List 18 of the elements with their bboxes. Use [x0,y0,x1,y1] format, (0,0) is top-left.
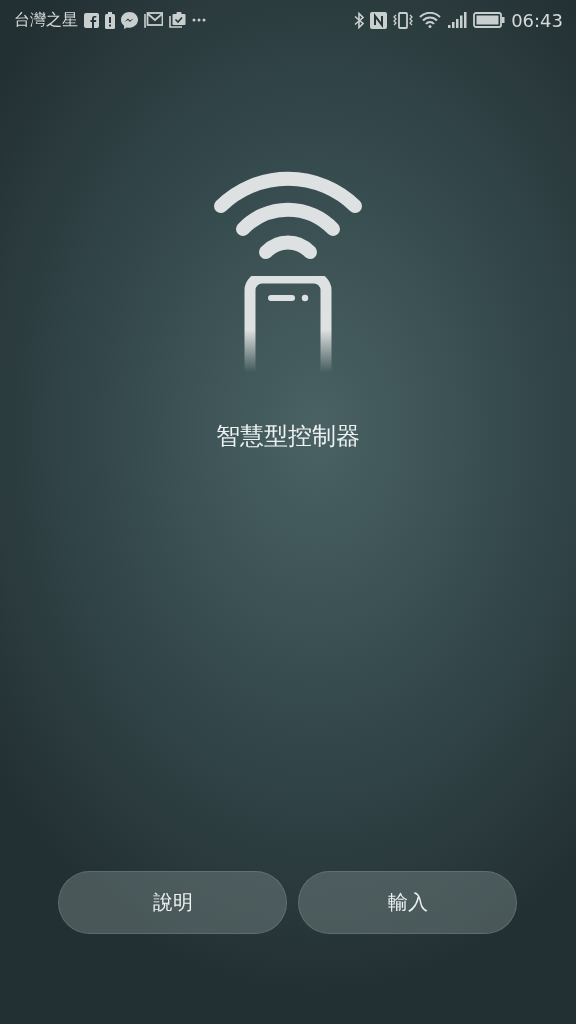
more-icon [192,18,206,22]
signal-icon [447,12,468,28]
vibrate-icon [393,11,414,29]
carrier-name: 台灣之星 [14,9,78,31]
facebook-icon [84,12,99,28]
nfc-icon [370,11,388,29]
chat-bubble-icon [121,11,138,29]
clipboard-check-icon [169,12,186,28]
help-button[interactable]: 說明 [58,871,287,934]
battery-alert-icon [105,11,115,29]
phone-icon [244,276,332,372]
clock-time: 06:43 [511,9,563,31]
app-title: 智慧型控制器 [216,421,360,452]
battery-icon [473,12,506,28]
input-button[interactable]: 輸入 [298,871,517,934]
mail-icon [144,12,163,28]
bluetooth-icon [354,11,365,29]
wifi-icon [419,12,442,28]
